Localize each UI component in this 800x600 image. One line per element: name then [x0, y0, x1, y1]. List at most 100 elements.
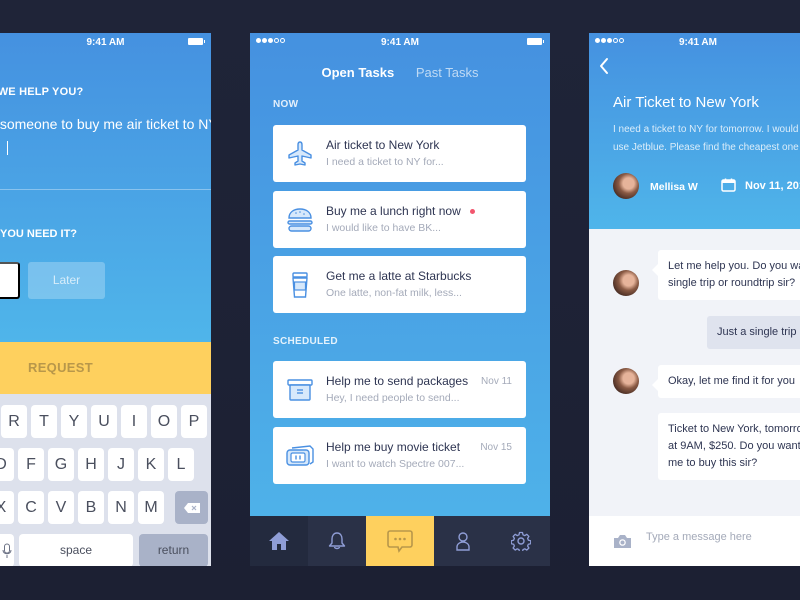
task-title: Air Ticket to New York — [613, 94, 759, 111]
avatar — [613, 270, 639, 296]
task-tabs: Open Tasks Past Tasks — [250, 65, 550, 80]
avatar — [613, 173, 639, 199]
status-time: 9:41 AM — [86, 37, 125, 48]
section-now: NOW — [273, 99, 299, 110]
nav-settings[interactable] — [492, 516, 550, 566]
key-g[interactable]: G — [48, 448, 74, 481]
bottom-nav — [250, 516, 550, 566]
message-bubble-agent: Ticket to New York, tomorrow at 9AM, $25… — [658, 413, 800, 480]
task-card[interactable]: Buy me a lunch right now I would like to… — [273, 191, 526, 248]
task-title: Buy me a lunch right now — [326, 204, 461, 218]
message-input[interactable] — [646, 531, 796, 543]
task-title: Get me a latte at Starbucks — [326, 269, 472, 283]
task-date: Nov 11 — [481, 376, 512, 387]
key-j[interactable]: J — [108, 448, 134, 481]
nav-chat[interactable] — [366, 516, 434, 566]
key-d[interactable]: D — [0, 448, 14, 481]
microphone-icon — [2, 543, 12, 558]
task-subtitle: I need a ticket to NY for... — [326, 156, 444, 168]
task-date: Nov 15 — [480, 442, 512, 453]
key-p[interactable]: P — [181, 405, 207, 438]
battery-icon — [527, 38, 544, 45]
tasks-screen: 9:41 AM Open Tasks Past Tasks NOW Air ti… — [250, 33, 550, 566]
task-subtitle: I want to watch Spectre 007... — [326, 458, 465, 470]
section-scheduled: SCHEDULED — [273, 336, 338, 347]
status-time: 9:41 AM — [381, 37, 419, 48]
agent-name: Mellisa W — [650, 181, 698, 193]
key-o[interactable]: O — [151, 405, 177, 438]
tab-past-tasks[interactable]: Past Tasks — [416, 65, 479, 80]
space-key[interactable]: space — [19, 534, 133, 566]
key-h[interactable]: H — [78, 448, 104, 481]
key-i[interactable]: I — [121, 405, 147, 438]
task-subtitle: One latte, non-fat milk, less... — [326, 287, 462, 299]
ticket-icon — [286, 445, 314, 466]
status-bar: 9:41 AM — [250, 33, 550, 51]
key-u[interactable]: U — [91, 405, 117, 438]
camera-icon[interactable] — [613, 534, 632, 549]
message-composer — [589, 516, 800, 566]
key-l[interactable]: L — [168, 448, 194, 481]
nav-profile[interactable] — [434, 516, 492, 566]
key-v[interactable]: V — [48, 491, 74, 524]
backspace-key[interactable] — [175, 491, 208, 524]
airplane-icon — [288, 141, 312, 166]
task-header: 9:41 AM Air Ticket to New York I need a … — [589, 33, 800, 229]
chat-screen: 9:41 AM Air Ticket to New York I need a … — [589, 33, 800, 566]
key-f[interactable]: F — [18, 448, 44, 481]
message-bubble-agent: Okay, let me find it for you — [652, 365, 800, 398]
back-arrow-icon[interactable] — [597, 57, 611, 75]
divider — [0, 189, 211, 190]
chat-icon — [387, 530, 413, 553]
description-line: I need a ticket to NY for tomorrow. I wo… — [613, 124, 799, 135]
battery-icon — [188, 38, 205, 45]
coffee-cup-icon — [292, 272, 308, 298]
bell-icon — [328, 532, 346, 550]
status-bar: 9:41 AM — [589, 33, 800, 51]
key-y[interactable]: Y — [61, 405, 87, 438]
key-c[interactable]: C — [18, 491, 44, 524]
tab-open-tasks[interactable]: Open Tasks — [322, 65, 395, 80]
nav-home[interactable] — [250, 516, 308, 566]
backspace-icon — [183, 503, 200, 513]
message-bubble-agent: Let me help you. Do you want single trip… — [652, 250, 800, 300]
request-text-line1: I need someone to buy me air ticket to N… — [0, 116, 211, 132]
task-title: Air ticket to New York — [326, 138, 440, 152]
key-r[interactable]: R — [1, 405, 27, 438]
status-bar: 9:41 AM — [0, 33, 211, 51]
key-n[interactable]: N — [108, 491, 134, 524]
task-card[interactable]: Air ticket to New York I need a ticket t… — [273, 125, 526, 182]
task-card[interactable]: Help me to send packages Hey, I need peo… — [273, 361, 526, 418]
key-b[interactable]: B — [78, 491, 104, 524]
home-icon — [269, 532, 289, 550]
nav-notifications[interactable] — [308, 516, 366, 566]
request-form: 9:41 AM CAN WE HELP YOU? I need someone … — [0, 33, 211, 342]
request-screen: 9:41 AM CAN WE HELP YOU? I need someone … — [0, 33, 211, 566]
key-k[interactable]: K — [138, 448, 164, 481]
text-cursor — [7, 141, 9, 156]
task-subtitle: Hey, I need people to send... — [326, 392, 460, 404]
avatar — [613, 368, 639, 394]
task-subtitle: I would like to have BK... — [326, 222, 441, 234]
task-description: I need a ticket to NY for tomorrow. I wo… — [613, 121, 799, 157]
user-icon — [456, 532, 470, 551]
key-m[interactable]: M — [138, 491, 164, 524]
dictation-key[interactable] — [0, 534, 14, 566]
message-bubble-user: Just a single trip — [707, 316, 800, 349]
key-t[interactable]: T — [31, 405, 57, 438]
return-key[interactable]: return — [139, 534, 208, 566]
key-x[interactable]: X — [0, 491, 14, 524]
gear-icon — [511, 531, 531, 551]
task-card[interactable]: Help me buy movie ticket I want to watch… — [273, 427, 526, 484]
calendar-icon — [721, 178, 736, 192]
task-title: Help me buy movie ticket — [326, 440, 461, 454]
request-button[interactable]: REQUEST — [0, 342, 211, 394]
task-card[interactable]: Get me a latte at Starbucks One latte, n… — [273, 256, 526, 313]
help-question: CAN WE HELP YOU? — [0, 86, 84, 98]
when-question: WHEN DO YOU NEED IT? — [0, 228, 78, 240]
unread-dot — [469, 209, 475, 215]
task-title: Help me to send packages — [326, 374, 469, 388]
later-button[interactable]: Later — [28, 262, 105, 299]
now-button[interactable] — [0, 262, 20, 299]
description-line: use Jetblue. Please find the cheapest on… — [613, 142, 799, 153]
